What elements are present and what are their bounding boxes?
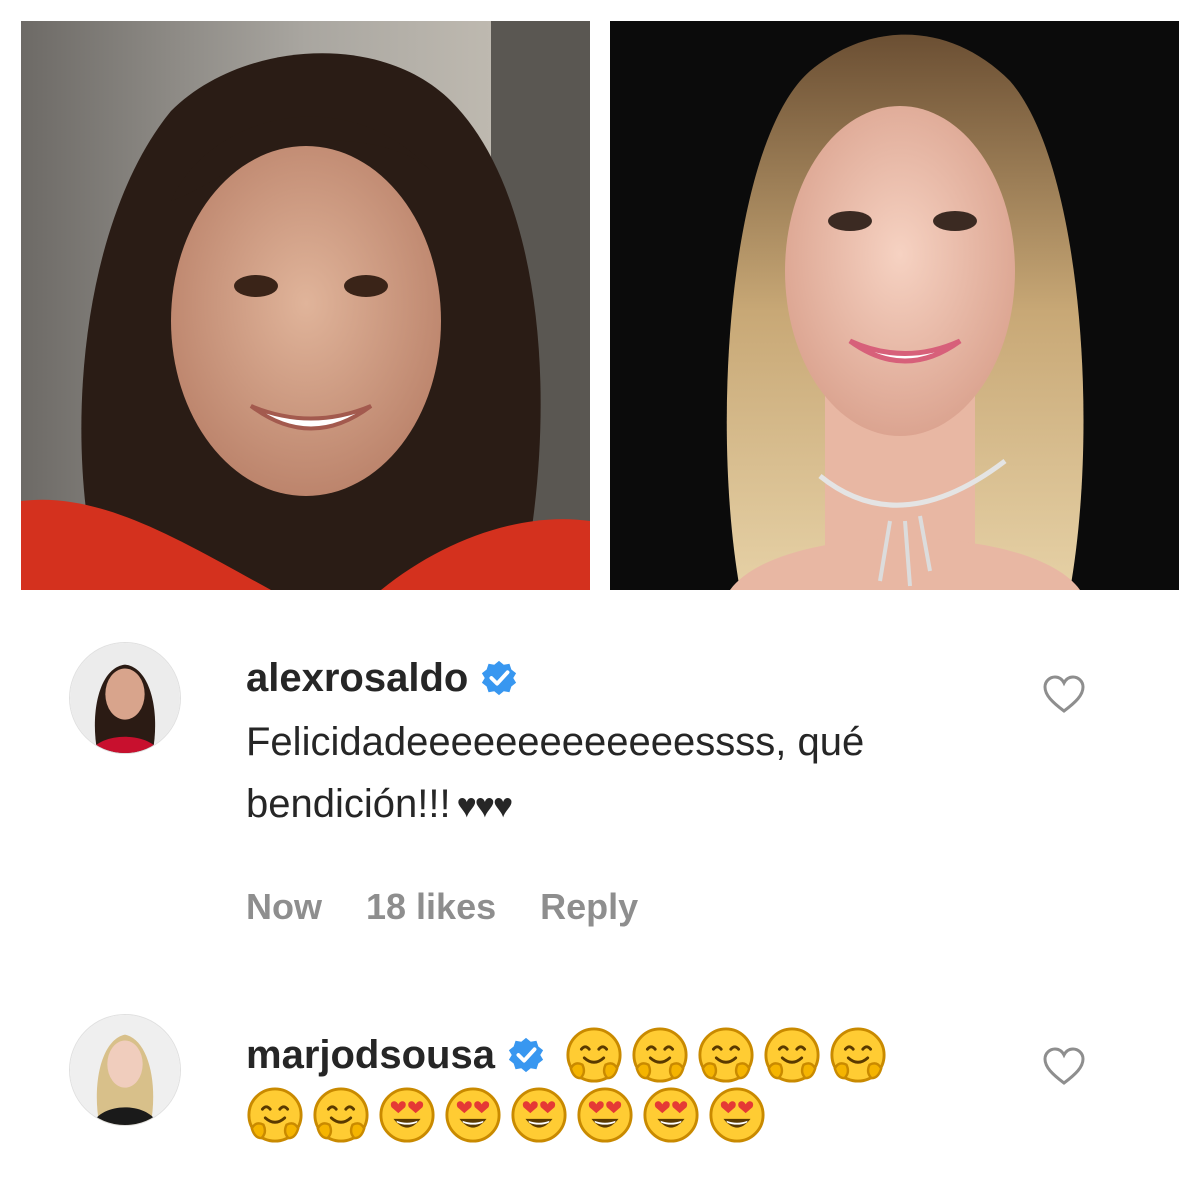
- hugging-face-emoji-icon: [829, 1026, 887, 1084]
- avatar-alexrosaldo[interactable]: [69, 642, 181, 754]
- hugging-face-emoji-icon: [246, 1086, 304, 1144]
- reply-button[interactable]: Reply: [540, 886, 638, 928]
- heart-eyes-emoji-icon: [642, 1086, 700, 1144]
- comment-meta: Now 18 likes Reply: [246, 886, 638, 928]
- comment-username[interactable]: alexrosaldo: [246, 654, 468, 702]
- hugging-face-emoji-icon: [565, 1026, 623, 1084]
- emoji-line-2: [246, 1086, 766, 1144]
- photo-right-woman-blonde: [610, 21, 1179, 590]
- hugging-face-emoji-icon: [631, 1026, 689, 1084]
- heart-eyes-emoji-icon: [510, 1086, 568, 1144]
- comment-likes[interactable]: 18 likes: [366, 886, 496, 928]
- hugging-face-emoji-icon: [763, 1026, 821, 1084]
- heart-outline-icon[interactable]: [1042, 1046, 1086, 1086]
- comment-time[interactable]: Now: [246, 886, 322, 928]
- emoji-line-1: [565, 1026, 887, 1084]
- heart-eyes-emoji-icon: [378, 1086, 436, 1144]
- comment-username[interactable]: marjodsousa: [246, 1031, 495, 1079]
- verified-badge-icon: [507, 1036, 545, 1074]
- comment-text-body: Felicidadeeeeeeeeeeeeessss, qué bendició…: [246, 720, 865, 826]
- heart-eyes-emoji-icon: [444, 1086, 502, 1144]
- avatar-marjodsousa[interactable]: [69, 1014, 181, 1126]
- hugging-face-emoji-icon: [697, 1026, 755, 1084]
- verified-badge-icon: [480, 659, 518, 697]
- comment-text: Felicidadeeeeeeeeeeeeessss, qué bendició…: [246, 711, 986, 837]
- heart-eyes-emoji-icon: [708, 1086, 766, 1144]
- hugging-face-emoji-icon: [312, 1086, 370, 1144]
- black-hearts-emoji: ♥♥♥: [456, 787, 514, 825]
- heart-outline-icon[interactable]: [1042, 674, 1086, 714]
- heart-eyes-emoji-icon: [576, 1086, 634, 1144]
- photo-left-woman-brunette: [21, 21, 590, 590]
